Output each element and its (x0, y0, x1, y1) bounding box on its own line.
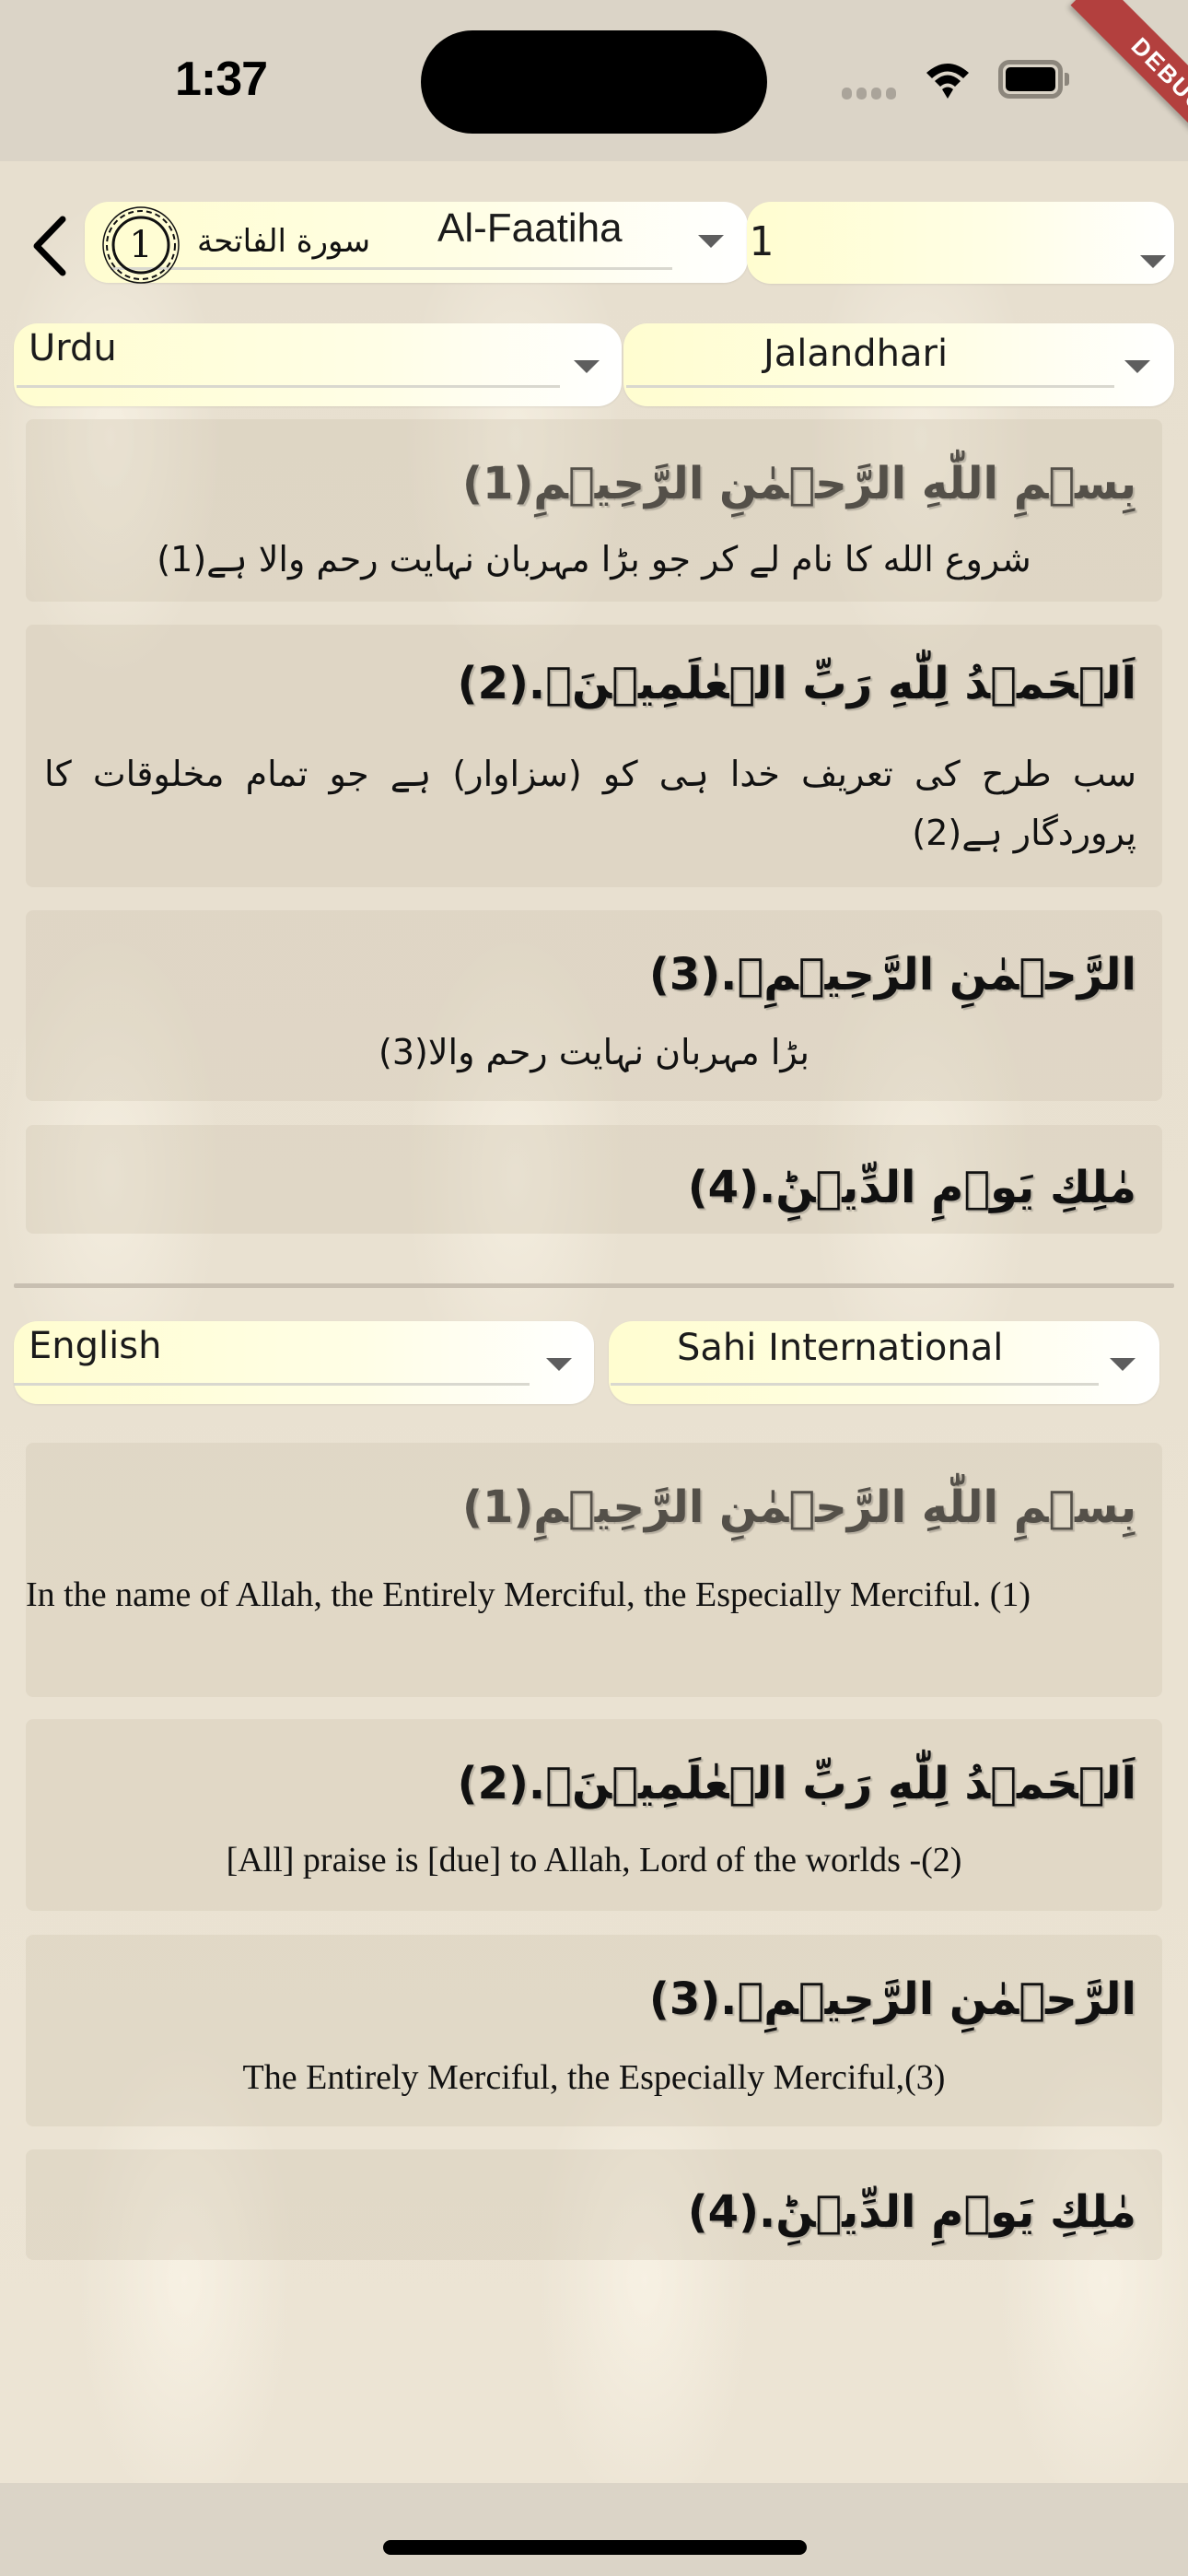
surah-dropdown[interactable]: Al-Faatiha (85, 202, 748, 283)
back-button[interactable] (28, 214, 74, 278)
ayah-dropdown-value: 1 (749, 218, 774, 265)
verse-card: اَلۡحَمۡدُ لِلّٰهِ رَبِّ الۡعٰلَمِيۡنَۙ.… (26, 1719, 1162, 1911)
chevron-down-icon (1124, 360, 1150, 373)
verse-card: بِسۡمِ اللّٰهِ الرَّحۡمٰنِ الرَّحِيۡمِ(1… (26, 419, 1162, 602)
verse-arabic: مٰلِكِ يَوۡمِ الدِّيۡنِؕ.(4) (687, 1162, 1136, 1213)
surah-number-badge-icon (102, 206, 180, 284)
language-value-bottom: English (29, 1325, 162, 1367)
chevron-left-icon (33, 216, 66, 276)
verse-arabic: اَلۡحَمۡدُ لِلّٰهِ رَبِّ الۡعٰلَمِيۡنَۙ.… (457, 658, 1136, 709)
wifi-icon (926, 64, 969, 99)
verse-card: الرَّحۡمٰنِ الرَّحِيۡمِۙ.(3) بڑا مہربان … (26, 910, 1162, 1101)
ayah-dropdown[interactable]: 1 (747, 202, 1174, 284)
verse-translation: [All] praise is [due] to Allah, Lord of … (226, 1841, 962, 1879)
verse-translation: شروع الله کا نام لے کر جو بڑا مہربان نہا… (157, 539, 1031, 580)
verse-arabic: اَلۡحَمۡدُ لِلّٰهِ رَبِّ الۡعٰلَمِيۡنَۙ.… (457, 1758, 1136, 1809)
signal-icon (842, 88, 896, 100)
verse-arabic: الرَّحۡمٰنِ الرَّحِيۡمِۙ.(3) (648, 1973, 1136, 2025)
verse-translation: بڑا مہربان نہایت رحم والا(3) (379, 1032, 809, 1072)
chevron-down-icon (1140, 255, 1166, 268)
chevron-down-icon (698, 235, 724, 248)
home-area (0, 2483, 1188, 2576)
verse-arabic: مٰلِكِ يَوۡمِ الدِّيۡنِؕ.(4) (687, 2186, 1136, 2238)
dynamic-island (421, 30, 767, 134)
verse-translation: In the name of Allah, the Entirely Merci… (26, 1575, 1031, 1614)
surah-dropdown-value: Al-Faatiha (437, 205, 623, 251)
translator-value-bottom: Sahi International (677, 1327, 1004, 1369)
chevron-down-icon (546, 1358, 572, 1371)
verse-card: الرَّحۡمٰنِ الرَّحِيۡمِۙ.(3) The Entirel… (26, 1935, 1162, 2126)
status-time: 1:37 (175, 53, 268, 106)
verse-translation: The Entirely Merciful, the Especially Me… (242, 2058, 946, 2097)
verse-translation: سب طرح کی تعریف خدا ہی کو (سزاوار) ہے جو… (44, 754, 1136, 853)
verse-card: اَلۡحَمۡدُ لِلّٰهِ رَبِّ الۡعٰلَمِيۡنَۙ.… (26, 625, 1162, 887)
translator-dropdown-top[interactable]: Jalandhari (623, 323, 1174, 406)
chevron-down-icon (574, 360, 600, 373)
verse-card: بِسۡمِ اللّٰهِ الرَّحۡمٰنِ الرَّحِيۡمِ(1… (26, 1443, 1162, 1697)
verse-card: مٰلِكِ يَوۡمِ الدِّيۡنِؕ.(4) (26, 2149, 1162, 2260)
language-dropdown-top[interactable]: Urdu (14, 323, 622, 406)
translator-value-top: Jalandhari (763, 333, 949, 375)
surah-name-arabic: سورة الفاتحة (197, 223, 371, 260)
verse-arabic: بِسۡمِ اللّٰهِ الرَّحۡمٰنِ الرَّحِيۡمِ(1… (462, 458, 1136, 509)
battery-tip (1065, 73, 1069, 86)
chevron-down-icon (1110, 1358, 1136, 1371)
language-value-top: Urdu (29, 327, 117, 369)
verse-arabic: بِسۡمِ اللّٰهِ الرَّحۡمٰنِ الرَّحِيۡمِ(1… (462, 1481, 1136, 1533)
panel-divider[interactable] (14, 1283, 1174, 1288)
verse-arabic: الرَّحۡمٰنِ الرَّحِيۡمِۙ.(3) (648, 949, 1136, 1001)
status-bar: 1:37 (0, 0, 1188, 161)
language-dropdown-bottom[interactable]: English (14, 1321, 594, 1404)
verse-card: مٰلِكِ يَوۡمِ الدِّيۡنِؕ.(4) (26, 1125, 1162, 1234)
battery-icon (998, 60, 1063, 99)
translator-dropdown-bottom[interactable]: Sahi International (609, 1321, 1159, 1404)
home-indicator[interactable] (383, 2540, 807, 2555)
